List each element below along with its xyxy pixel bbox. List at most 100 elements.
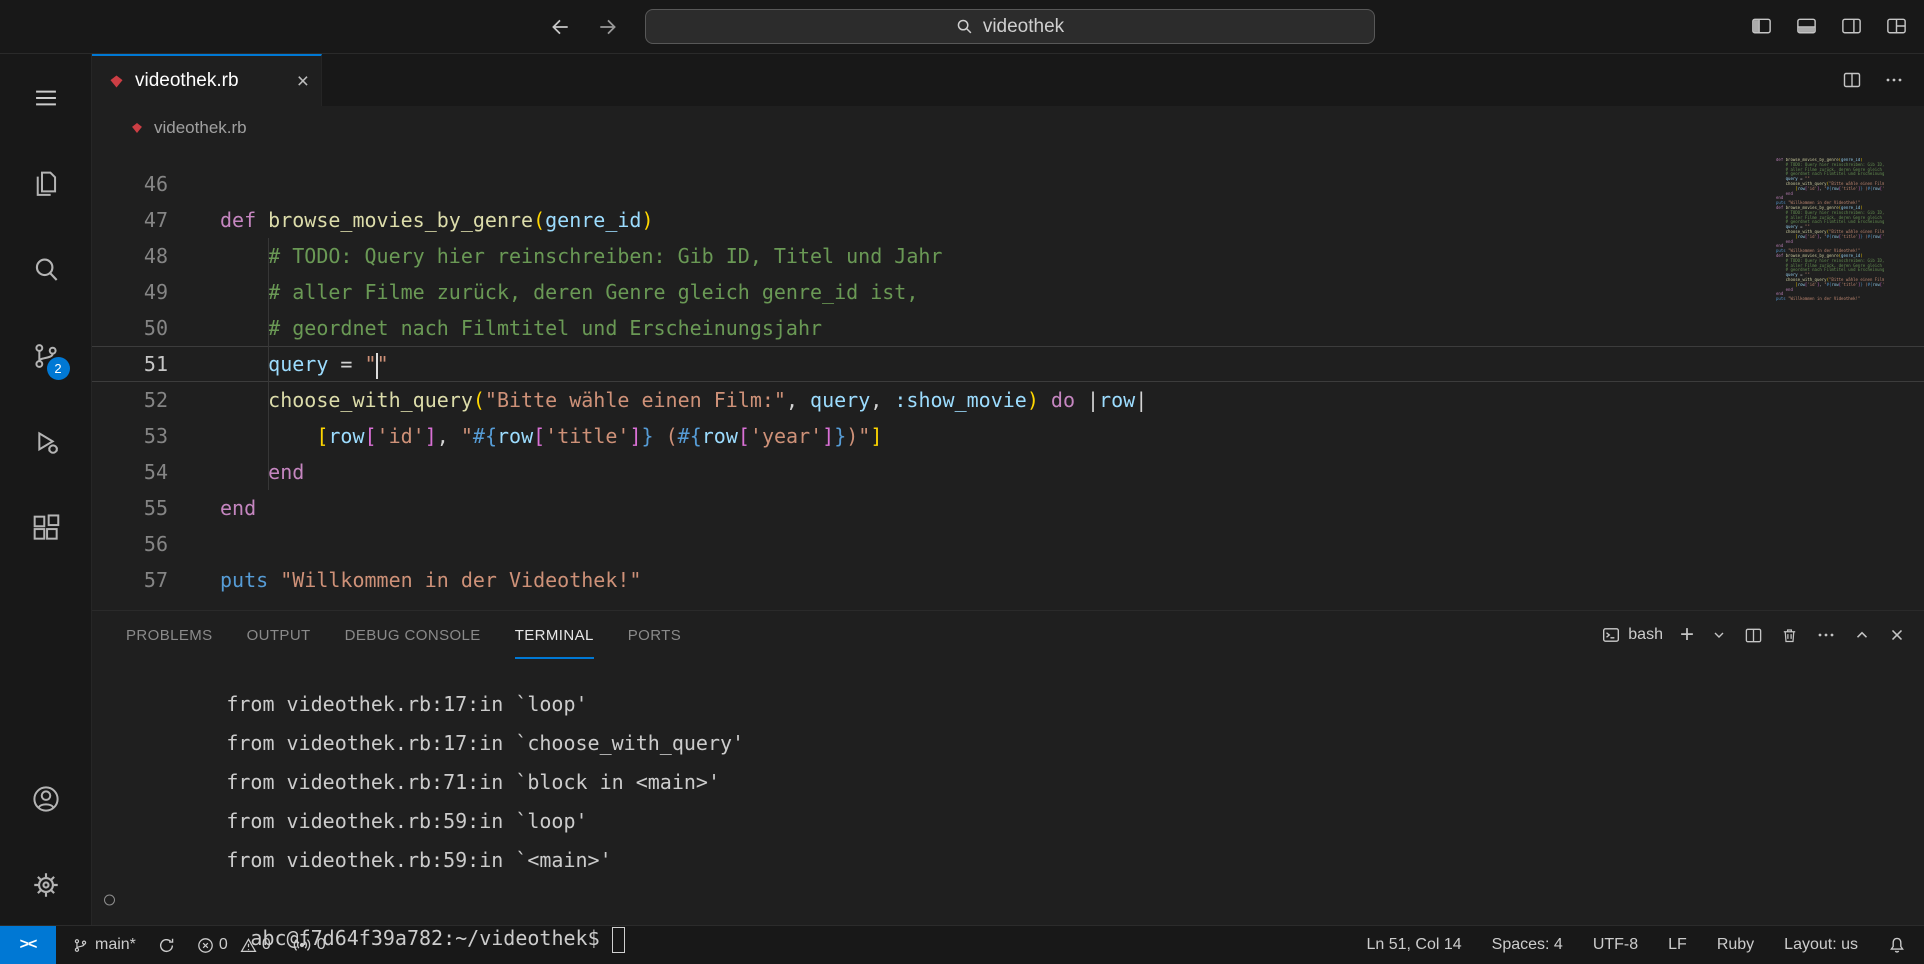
branch-status[interactable]: main* (72, 936, 136, 954)
tab-videothek-rb[interactable]: videothek.rb × (92, 54, 322, 106)
menu-icon[interactable] (26, 78, 66, 118)
panel-more-actions-icon[interactable] (1816, 625, 1836, 645)
editor-more-actions-icon[interactable] (1884, 70, 1904, 90)
code-line-57[interactable]: 57 puts "Willkommen in der Videothek!" (92, 562, 1924, 598)
notifications-bell-icon[interactable] (1888, 936, 1906, 954)
command-center-search[interactable]: videothek (645, 9, 1375, 44)
search-sidebar-icon[interactable] (26, 250, 66, 290)
toggle-secondary-sidebar-icon[interactable] (1840, 15, 1863, 38)
indentation-status[interactable]: Spaces: 4 (1492, 936, 1563, 954)
code-text[interactable]: # aller Filme zurück, deren Genre gleich… (220, 274, 918, 310)
panel-tab-terminal[interactable]: TERMINAL (515, 611, 594, 659)
toggle-panel-icon[interactable] (1795, 15, 1818, 38)
terminal-dropdown-icon[interactable] (1711, 627, 1727, 643)
split-editor-icon[interactable] (1842, 70, 1862, 90)
line-number[interactable]: 50 (92, 310, 168, 346)
minimap[interactable]: def browse_movies_by_genre(genre_id) # T… (1776, 158, 1884, 336)
line-number[interactable]: 53 (92, 418, 168, 454)
code-text[interactable]: choose_with_query("Bitte wähle einen Fil… (220, 382, 1147, 418)
maximize-panel-icon[interactable] (1853, 626, 1871, 644)
line-number[interactable]: 52 (92, 382, 168, 418)
panel-tab-problems[interactable]: PROBLEMS (126, 611, 213, 659)
code-line-50[interactable]: 50 # geordnet nach Filmtitel und Erschei… (92, 310, 1924, 346)
code-token: end (268, 460, 304, 484)
panel-tabs: PROBLEMS OUTPUT DEBUG CONSOLE TERMINAL PORTS (126, 611, 681, 659)
line-number[interactable]: 47 (92, 202, 168, 238)
code-token: , (870, 388, 894, 412)
code-editor[interactable]: 4647 def browse_movies_by_genre(genre_id)… (92, 150, 1924, 610)
line-number[interactable]: 51 (92, 346, 168, 382)
keyboard-layout-status[interactable]: Layout: us (1784, 936, 1858, 954)
code-text[interactable]: def browse_movies_by_genre(genre_id) (220, 202, 654, 238)
code-line-49[interactable]: 49 # aller Filme zurück, deren Genre gle… (92, 274, 1924, 310)
line-number[interactable]: 48 (92, 238, 168, 274)
panel-tab-output[interactable]: OUTPUT (247, 611, 311, 659)
code-text[interactable]: query = "" (220, 346, 389, 382)
toggle-sidebar-icon[interactable] (1750, 15, 1773, 38)
split-terminal-icon[interactable] (1744, 626, 1763, 645)
bash-terminal-icon (1602, 626, 1620, 644)
code-line-54[interactable]: 54 end (92, 454, 1924, 490)
panel-tab-ports[interactable]: PORTS (628, 611, 681, 659)
code-token: [ (365, 424, 377, 448)
account-icon[interactable] (26, 779, 66, 819)
line-number[interactable]: 57 (92, 562, 168, 598)
code-token: # TODO: Query hier reinschreiben: Gib ID… (268, 244, 942, 268)
cursor-position-status[interactable]: Ln 51, Col 14 (1366, 936, 1461, 954)
code-text[interactable]: end (220, 490, 256, 526)
code-token: ) (1027, 388, 1039, 412)
code-token: | (1135, 388, 1147, 412)
code-line-53[interactable]: 53 [row['id'], "#{row['title']} (#{row['… (92, 418, 1924, 454)
remote-indicator[interactable]: >< (0, 926, 56, 964)
code-line-47[interactable]: 47 def browse_movies_by_genre(genre_id) (92, 202, 1924, 238)
kill-terminal-icon[interactable] (1780, 626, 1799, 645)
source-control-icon[interactable]: 2 (26, 336, 66, 376)
code-token: def (220, 208, 268, 232)
code-token: " (461, 424, 473, 448)
code-token: ( (473, 388, 485, 412)
code-line-48[interactable]: 48 # TODO: Query hier reinschreiben: Gib… (92, 238, 1924, 274)
code-text[interactable]: # geordnet nach Filmtitel und Erscheinun… (220, 310, 822, 346)
code-token: ( (654, 424, 678, 448)
command-decoration-icon[interactable] (104, 894, 115, 905)
new-terminal-icon[interactable]: + (1680, 623, 1694, 647)
code-text[interactable]: end (220, 454, 304, 490)
terminal-view[interactable]: from videothek.rb:17:in `loop' from vide… (92, 659, 1924, 925)
back-icon[interactable] (549, 16, 571, 38)
breadcrumb[interactable]: videothek.rb (92, 106, 1924, 150)
code-token: :show_movie (894, 388, 1026, 412)
activity-bar: 2 (0, 54, 92, 925)
terminal-instance-bash[interactable]: bash (1602, 626, 1663, 644)
explorer-icon[interactable] (26, 164, 66, 204)
code-text[interactable]: puts "Willkommen in der Videothek!" (220, 562, 641, 598)
line-number[interactable]: 56 (92, 526, 168, 562)
code-line-55[interactable]: 55 end (92, 490, 1924, 526)
scm-badge: 2 (47, 357, 70, 380)
code-text[interactable]: # TODO: Query hier reinschreiben: Gib ID… (220, 238, 942, 274)
encoding-status[interactable]: UTF-8 (1593, 936, 1638, 954)
close-panel-icon[interactable] (1888, 626, 1906, 644)
code-line-51[interactable]: 51 query = "" (92, 346, 1924, 382)
line-number[interactable]: 46 (92, 166, 168, 202)
language-mode-status[interactable]: Ruby (1717, 936, 1754, 954)
settings-gear-icon[interactable] (26, 865, 66, 905)
code-token: puts (220, 568, 268, 592)
customize-layout-icon[interactable] (1885, 15, 1908, 38)
line-number[interactable]: 54 (92, 454, 168, 490)
extensions-icon[interactable] (26, 508, 66, 548)
line-number[interactable]: 55 (92, 490, 168, 526)
code-line-46[interactable]: 46 (92, 166, 1924, 202)
forward-icon[interactable] (597, 16, 619, 38)
code-token: #{ (473, 424, 497, 448)
code-text[interactable]: [row['id'], "#{row['title']} (#{row['yea… (220, 418, 882, 454)
code-line-56[interactable]: 56 (92, 526, 1924, 562)
run-debug-icon[interactable] (26, 422, 66, 462)
terminal-prompt-line[interactable]: abc@f7d64f39a782:~/videothek$ (130, 880, 1924, 919)
code-token: ] (870, 424, 882, 448)
code-line-52[interactable]: 52 choose_with_query("Bitte wähle einen … (92, 382, 1924, 418)
ruby-file-icon (108, 73, 125, 90)
line-number[interactable]: 49 (92, 274, 168, 310)
tab-close-icon[interactable]: × (297, 71, 309, 92)
eol-status[interactable]: LF (1668, 936, 1687, 954)
panel-tab-debug-console[interactable]: DEBUG CONSOLE (345, 611, 481, 659)
